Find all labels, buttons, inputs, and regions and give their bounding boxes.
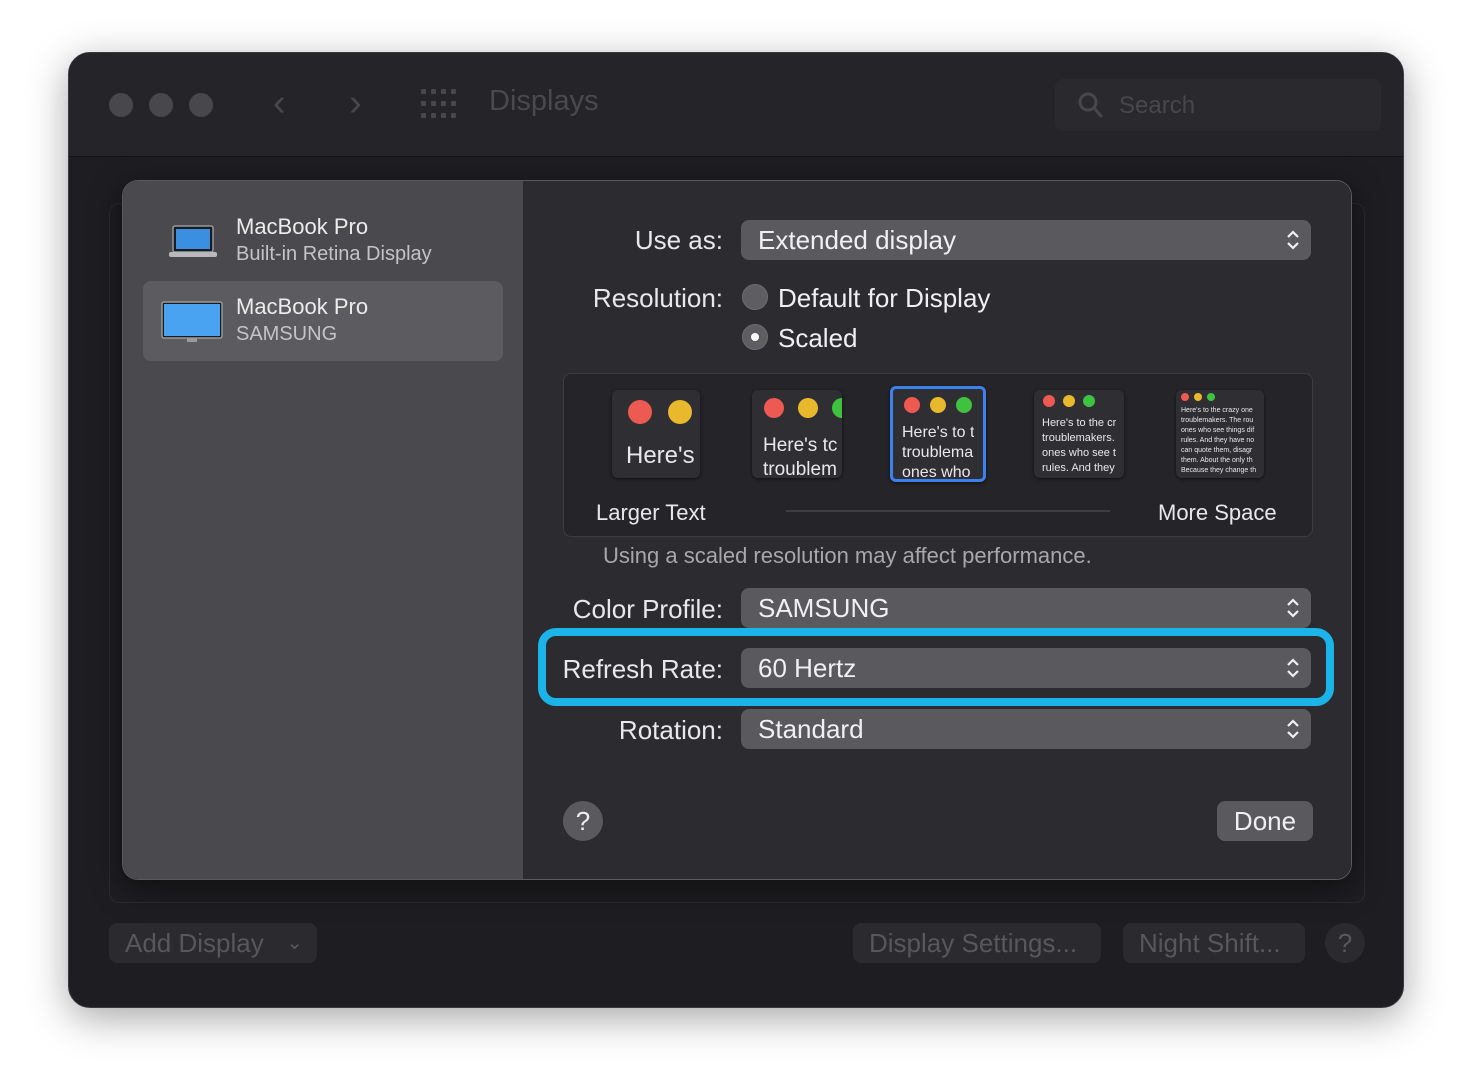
red-dot-icon [628,400,652,424]
red-dot-icon [1181,393,1189,401]
sidebar-item-subtitle: SAMSUNG [236,323,338,345]
sidebar-item-subtitle: Built-in Retina Display [236,243,432,265]
color-profile-label: Color Profile: [572,594,723,624]
refresh-rate-value: 60 Hertz [758,653,857,683]
red-dot-icon [764,398,784,418]
display-options-pane: Use as: Extended display Resolution: Def… [523,181,1351,879]
up-down-chevron-icon [1287,658,1299,678]
forward-arrow-icon[interactable]: › [349,83,362,123]
title-bar: ‹ › Displays Search [69,53,1403,157]
bottom-toolbar: Add Display ⌄ Display Settings... Night … [69,923,1403,983]
sidebar-item-builtin-display[interactable]: MacBook Pro Built-in Retina Display [143,201,503,281]
larger-text-label: Larger Text [596,500,706,525]
scaled-performance-hint: Using a scaled resolution may affect per… [603,543,1092,568]
show-all-grid-icon[interactable] [421,89,459,119]
green-dot-icon [1083,395,1095,407]
display-sidebar: MacBook Pro Built-in Retina Display MacB… [123,181,523,879]
yellow-dot-icon [1194,393,1202,401]
red-dot-icon [904,397,920,413]
color-profile-value: SAMSUNG [758,593,890,623]
yellow-dot-icon [1063,395,1075,407]
resolution-scaled-label[interactable]: Scaled [778,323,858,354]
help-button[interactable]: ? [563,801,603,841]
more-space-label: More Space [1158,500,1277,525]
scale-option-3-selected[interactable]: Here's to t troublema ones who [890,386,986,482]
yellow-dot-icon [798,398,818,418]
rotation-label: Rotation: [618,715,723,745]
zoom-window-button[interactable] [189,93,213,117]
done-button[interactable]: Done [1217,801,1313,841]
display-settings-button[interactable]: Display Settings... [853,923,1101,963]
scale-option-4[interactable]: Here's to the cr troublemakers. ones who… [1034,390,1124,478]
red-dot-icon [1043,395,1055,407]
add-display-label: Add Display [125,928,264,958]
up-down-chevron-icon [1287,598,1299,618]
scale-preview-text: Here's to the crazy one troublemakers. T… [1181,407,1257,474]
rotation-value: Standard [758,714,864,744]
minimize-window-button[interactable] [149,93,173,117]
yellow-dot-icon [930,397,946,413]
use-as-label: Use as: [634,225,723,255]
resolution-default-label[interactable]: Default for Display [778,283,990,314]
monitor-icon [161,301,223,342]
scale-preview-text: Here's to the cr troublemakers. ones who… [1042,417,1117,474]
sidebar-item-samsung-display[interactable]: MacBook Pro SAMSUNG [143,281,503,361]
yellow-dot-icon [668,400,692,424]
resolution-default-radio[interactable] [742,284,768,310]
sidebar-item-title: MacBook Pro [236,214,369,239]
scale-preview-text: Here's to t troublema ones who [902,424,975,481]
refresh-rate-popup[interactable]: 60 Hertz [741,648,1311,688]
window-title: Displays [489,85,599,117]
sidebar-item-title: MacBook Pro [236,294,369,319]
chevron-down-icon: ⌄ [286,932,303,954]
search-placeholder: Search [1119,92,1196,119]
scale-preview-text: Here's [626,442,695,469]
up-down-chevron-icon [1287,719,1299,739]
resolution-scaled-radio[interactable] [742,324,768,350]
up-down-chevron-icon [1287,230,1299,250]
resolution-label: Resolution: [592,283,723,313]
display-settings-sheet: MacBook Pro Built-in Retina Display MacB… [122,180,1352,880]
green-dot-icon [1207,393,1215,401]
scaled-resolution-picker: Here's Here's tc troublem Here's to t tr… [563,373,1313,537]
night-shift-button[interactable]: Night Shift... [1123,923,1305,963]
scale-preview-text: Here's tc troublem [763,435,838,478]
color-profile-popup[interactable]: SAMSUNG [741,588,1311,628]
green-dot-icon [832,398,842,418]
search-field[interactable]: Search [1055,79,1381,131]
laptop-icon [169,225,217,257]
use-as-value: Extended display [758,225,957,255]
scale-option-larger-text[interactable]: Here's [612,390,700,478]
back-arrow-icon[interactable]: ‹ [273,83,286,123]
scale-option-2[interactable]: Here's tc troublem [752,390,842,478]
rotation-popup[interactable]: Standard [741,709,1311,749]
window-help-button[interactable]: ? [1325,923,1365,963]
search-icon [1078,92,1103,118]
add-display-button[interactable]: Add Display ⌄ [109,923,317,963]
scale-slider-track [786,510,1110,512]
green-dot-icon [956,397,972,413]
scale-option-more-space[interactable]: Here's to the crazy one troublemakers. T… [1176,390,1264,478]
close-window-button[interactable] [109,93,133,117]
refresh-rate-label: Refresh Rate: [562,654,723,684]
use-as-popup[interactable]: Extended display [741,220,1311,260]
